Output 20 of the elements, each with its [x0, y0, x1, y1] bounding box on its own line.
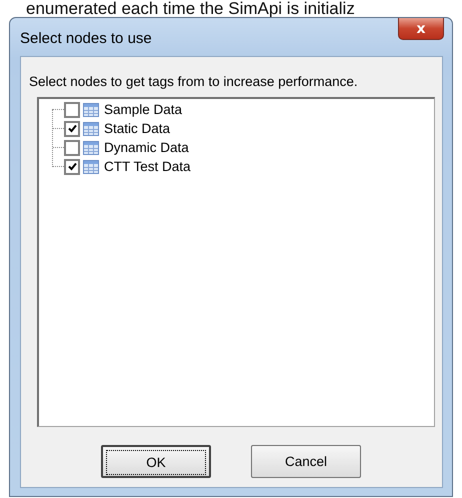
checkbox[interactable] [64, 120, 80, 136]
tree-item[interactable]: Static Data [104, 121, 170, 136]
checkbox[interactable] [64, 140, 80, 156]
instruction-text: Select nodes to get tags from to increase performance. [29, 74, 359, 89]
ok-button[interactable]: OK [101, 445, 211, 478]
table-icon [83, 140, 99, 154]
tree-item[interactable]: CTT Test Data [104, 159, 191, 174]
table-icon [83, 160, 99, 174]
checkbox[interactable] [64, 158, 80, 174]
tree-item[interactable]: Sample Data [104, 102, 182, 117]
close-button[interactable]: x [398, 18, 444, 40]
check-mark-icon [66, 123, 78, 134]
table-icon [83, 122, 99, 136]
checkbox[interactable] [64, 102, 80, 118]
document-text: enumerated each time the SimApi is initializ [26, 0, 355, 17]
check-mark-icon [66, 161, 78, 172]
cancel-button[interactable]: Cancel [251, 445, 361, 478]
window-title: Select nodes to use [20, 30, 152, 47]
tree-item[interactable]: Dynamic Data [104, 140, 189, 155]
table-icon [83, 102, 99, 116]
